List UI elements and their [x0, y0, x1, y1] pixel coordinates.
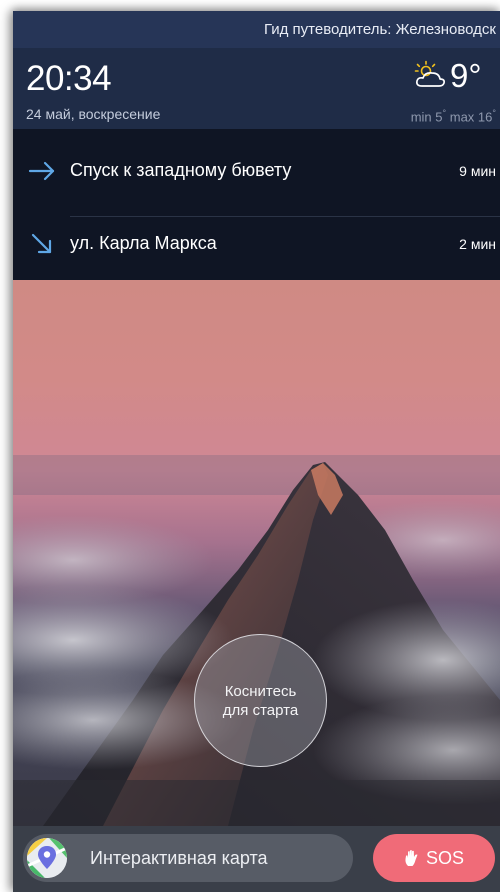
route-name: ул. Карла Маркса [70, 233, 217, 253]
degree-sign: ° [442, 108, 447, 118]
app-screen: Гид путеводитель: Железноводск 20:34 24 … [13, 11, 500, 892]
min-temp: min 5 [410, 109, 443, 125]
max-temp: max 16 [449, 109, 493, 125]
map-button-label: Интерактивная карта [90, 848, 268, 868]
start-button[interactable]: Коснитесь для старта [194, 634, 327, 767]
temperature: 9° [450, 57, 482, 94]
route-time: 9 мин [459, 163, 496, 179]
start-label-line2: для старта [222, 701, 299, 719]
bottom-bar: Интерактивная карта SOS [13, 826, 500, 892]
arrow-right-icon [28, 161, 55, 181]
arrow-down-right-icon [31, 233, 52, 254]
interactive-map-button[interactable]: Интерактивная карта [23, 834, 353, 882]
sos-button[interactable]: SOS [373, 834, 495, 882]
route-time: 2 мин [459, 236, 496, 252]
map-pin-icon [27, 838, 67, 878]
hand-icon [405, 850, 418, 866]
route-list: Спуск к западному бювету 9 мин ул. Карла… [13, 129, 500, 280]
clock-weather-panel: 20:34 24 май, воскресение 9° min 5° max … [13, 48, 500, 129]
sos-label: SOS [425, 847, 464, 868]
start-label-line1: Коснитесь [224, 682, 297, 700]
partly-cloudy-icon [414, 60, 446, 87]
clock-time: 20:34 [26, 59, 112, 98]
degree-sign: ° [492, 108, 496, 118]
app-title: Гид путеводитель: Железноводск [13, 11, 500, 48]
route-item[interactable]: ул. Карла Маркса 2 мин [13, 209, 500, 279]
route-item[interactable]: Спуск к западному бювету 9 мин [13, 136, 500, 217]
route-name: Спуск к западному бювету [70, 160, 292, 180]
mountain-background-image: Коснитесь для старта [13, 280, 500, 826]
temperature-range: min 5° max 16° [411, 108, 496, 124]
clock-date: 24 май, воскресение [26, 106, 161, 122]
